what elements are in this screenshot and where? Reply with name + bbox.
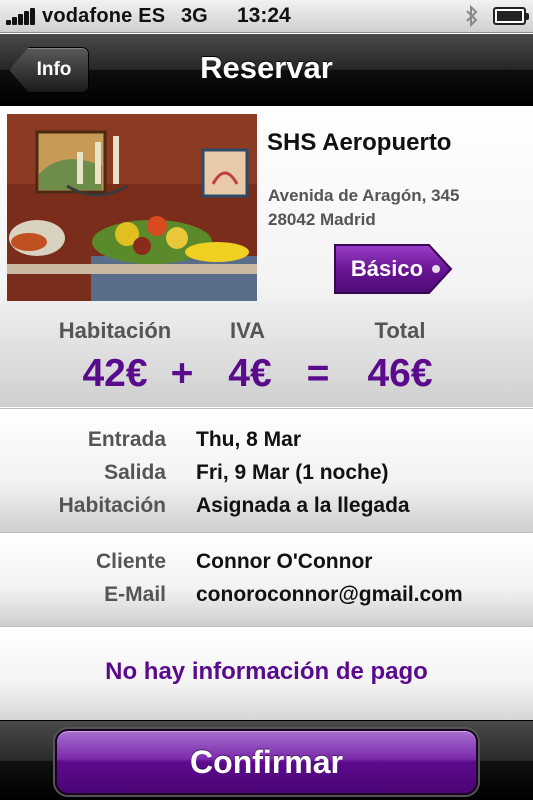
client-name-label: Cliente: [95, 550, 166, 573]
email-label: E-Mail: [104, 583, 166, 606]
bottom-toolbar: Confirmar: [0, 720, 533, 800]
address-line1: Avenida de Aragón, 345: [268, 186, 460, 205]
status-bar: vodafone ES 3G 13:24: [0, 0, 533, 33]
payment-info[interactable]: No hay información de pago: [0, 626, 533, 720]
email-value: conoroconnor@gmail.com: [196, 583, 463, 606]
hotel-address: Avenida de Aragón, 345 28042 Madrid: [268, 184, 459, 232]
equals-sign: =: [306, 352, 330, 395]
status-time: 13:24: [237, 4, 291, 27]
plus-sign: +: [170, 352, 194, 395]
room-assignment-label: Habitación: [58, 494, 166, 517]
room-price-value: 42€: [82, 352, 148, 395]
nav-bar: Info Reservar: [0, 34, 533, 106]
confirm-button[interactable]: Confirmar: [55, 729, 478, 795]
client-name-value: Connor O'Connor: [196, 550, 373, 573]
hotel-summary: SHS Aeropuerto Avenida de Aragón, 345 28…: [0, 107, 533, 407]
battery-icon: [493, 7, 529, 25]
checkin-value: Thu, 8 Mar: [196, 428, 302, 451]
hotel-name: SHS Aeropuerto: [267, 129, 452, 156]
category-tag: Básico: [333, 243, 453, 295]
total-value: 46€: [367, 352, 433, 395]
checkout-value: Fri, 9 Mar (1 noche): [196, 461, 389, 484]
checkin-label: Entrada: [87, 428, 166, 451]
room-price-label: Habitación: [58, 318, 172, 343]
checkout-label: Salida: [104, 461, 166, 484]
page-title: Reservar: [200, 50, 333, 85]
network-type: 3G: [181, 5, 208, 27]
signal-icon: [6, 8, 38, 25]
room-assignment-value: Asignada a la llegada: [196, 494, 410, 517]
stay-details: Entrada Thu, 8 Mar Salida Fri, 9 Mar (1 …: [0, 408, 533, 532]
bluetooth-icon: [466, 4, 478, 28]
client-details: Cliente Connor O'Connor E-Mail conorocon…: [0, 532, 533, 626]
category-tag-label: Básico: [350, 256, 424, 281]
hotel-photo: [7, 114, 257, 301]
carrier-name: vodafone ES: [42, 5, 166, 27]
tax-label: IVA: [229, 318, 266, 343]
address-line2: 28042 Madrid: [268, 210, 376, 229]
payment-message[interactable]: No hay información de pago: [0, 658, 533, 686]
tax-value: 4€: [228, 352, 272, 395]
total-label: Total: [374, 318, 426, 343]
